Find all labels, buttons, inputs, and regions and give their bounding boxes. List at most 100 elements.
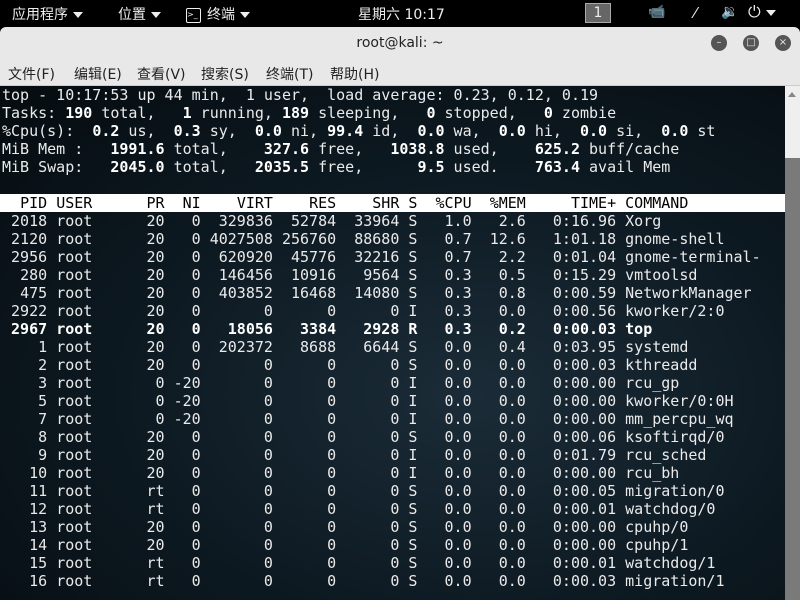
top-panel: 应用程序 位置 >_ 终端 星期六 10:17 1 📹 ⁄ 🔉 ⏻ [0, 0, 800, 27]
places-label: 位置 [118, 7, 146, 23]
cell-shr: 0 [390, 302, 400, 320]
cell-virt: 18056 [227, 320, 273, 338]
process-list: 2018 root 20 0 329836 52784 33964 S 1.0 … [0, 212, 785, 590]
cell-cpu: 0.0 [444, 356, 472, 374]
menu-view[interactable]: 查看(V) [137, 64, 186, 84]
close-button[interactable]: × [775, 35, 791, 51]
maximize-button[interactable]: □ [743, 35, 759, 51]
cell-command: kworker/2:0 [625, 302, 725, 320]
cell-state: S [408, 338, 418, 356]
cell-ni: 0 [191, 536, 201, 554]
cell-shr: 0 [390, 410, 400, 428]
cell-shr: 9564 [363, 266, 400, 284]
applications-menu[interactable]: 应用程序 [12, 4, 83, 24]
chevron-down-icon [240, 12, 250, 18]
volume-icon[interactable]: 🔉 [721, 4, 738, 20]
cell-mem: 0.8 [498, 284, 526, 302]
cell-virt: 403852 [218, 284, 273, 302]
cell-state: S [408, 536, 418, 554]
cell-state: S [408, 212, 418, 230]
menu-edit[interactable]: 编辑(E) [74, 64, 122, 84]
cell-mem: 2.2 [498, 248, 526, 266]
cell-time: 0:00.00 [552, 536, 617, 554]
cell-mem: 0.4 [498, 338, 526, 356]
cell-command: migration/1 [625, 572, 725, 590]
cell-user: root [56, 428, 93, 446]
cell-command: kworker/0:0H [625, 392, 734, 410]
workspace-indicator[interactable]: 1 [585, 3, 611, 23]
process-row: 11 root rt 0 0 0 0 S 0.0 0.0 0:00.05 mig… [0, 482, 785, 500]
cell-mem: 0.0 [498, 572, 526, 590]
cell-command: NetworkManager [625, 284, 752, 302]
cell-mem: 12.6 [489, 230, 526, 248]
cell-virt: 0 [263, 302, 273, 320]
cell-state: I [408, 464, 418, 482]
menu-file[interactable]: 文件(F) [8, 64, 55, 84]
places-menu[interactable]: 位置 [118, 4, 161, 24]
cell-ni: 0 [191, 284, 201, 302]
cell-ni: 0 [191, 302, 201, 320]
cell-command: watchdog/0 [625, 500, 716, 518]
cell-res: 0 [327, 428, 337, 446]
terminal-output[interactable]: top - 10:17:53 up 44 min, 1 user, load a… [0, 86, 785, 600]
cell-user: root [56, 536, 93, 554]
process-row: 7 root 0 -20 0 0 0 I 0.0 0.0 0:00.00 mm_… [0, 410, 785, 428]
cell-ni: 0 [191, 266, 201, 284]
scrollbar[interactable] [785, 86, 800, 600]
chevron-down-icon [765, 9, 776, 16]
cell-ni: 0 [191, 500, 201, 518]
cell-virt: 0 [263, 518, 273, 536]
cell-pid: 280 [20, 266, 48, 284]
cell-user: root [56, 554, 93, 572]
clock[interactable]: 星期六 10:17 [358, 4, 445, 24]
cell-pid: 2 [38, 356, 48, 374]
cell-pr: rt [146, 500, 165, 518]
cell-res: 16468 [291, 284, 337, 302]
cell-mem: 0.0 [498, 356, 526, 374]
cell-user: root [56, 446, 93, 464]
cell-pid: 8 [38, 428, 48, 446]
cell-state: S [408, 500, 418, 518]
cell-cpu: 0.0 [444, 572, 472, 590]
cell-res: 10916 [291, 266, 337, 284]
cell-pr: 20 [146, 266, 165, 284]
cell-res: 0 [327, 392, 337, 410]
cell-res: 256760 [281, 230, 337, 248]
cell-virt: 0 [263, 554, 273, 572]
menu-terminal[interactable]: 终端(T) [266, 64, 313, 84]
video-camera-icon[interactable]: 📹 [648, 4, 665, 20]
power-icon[interactable]: ⏻ [748, 2, 776, 22]
cell-res: 0 [327, 356, 337, 374]
chevron-down-icon [151, 12, 161, 18]
cell-state: S [408, 518, 418, 536]
cell-pid: 2922 [11, 302, 48, 320]
cell-mem: 0.0 [498, 464, 526, 482]
cell-time: 0:00.03 [552, 320, 617, 338]
menu-search[interactable]: 搜索(S) [201, 64, 249, 84]
network-wired-icon[interactable]: ⁄ [694, 4, 697, 22]
cell-state: S [408, 554, 418, 572]
cell-mem: 0.0 [498, 554, 526, 572]
cell-user: root [56, 572, 93, 590]
scrollbar-track[interactable] [785, 86, 800, 158]
cell-state: I [408, 374, 418, 392]
cell-command: rcu_gp [625, 374, 680, 392]
cell-command: Xorg [625, 212, 662, 230]
cell-shr: 0 [390, 518, 400, 536]
cell-mem: 2.6 [498, 212, 526, 230]
window-titlebar[interactable]: root@kali: ~ – □ × [0, 27, 800, 59]
cell-command: COMMAND [625, 194, 689, 212]
process-row: 1 root 20 0 202372 8688 6644 S 0.0 0.4 0… [0, 338, 785, 356]
cell-shr: 0 [390, 572, 400, 590]
menu-help[interactable]: 帮助(H) [330, 64, 379, 84]
cell-cpu: 0.0 [444, 410, 472, 428]
cell-state: S [408, 266, 418, 284]
cell-user: root [56, 302, 93, 320]
cell-pr: 20 [146, 428, 165, 446]
cell-res: 52784 [291, 212, 337, 230]
scroll-up-icon[interactable] [788, 92, 796, 97]
minimize-button[interactable]: – [711, 35, 727, 51]
cell-cpu: 0.0 [444, 500, 472, 518]
cell-time: 0:01.79 [552, 446, 617, 464]
terminal-app-menu[interactable]: >_ 终端 [186, 4, 250, 24]
